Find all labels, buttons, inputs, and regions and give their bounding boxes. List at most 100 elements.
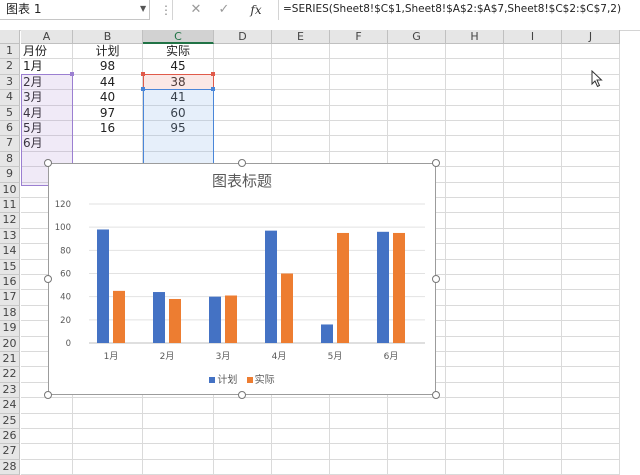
column-header-c[interactable]: C xyxy=(143,30,214,44)
cell-c2[interactable]: 45 xyxy=(143,59,214,75)
cell[interactable] xyxy=(330,444,388,460)
cell[interactable] xyxy=(504,90,562,106)
cell[interactable] xyxy=(504,136,562,152)
cell[interactable] xyxy=(504,321,562,337)
row-header-22[interactable]: 22 xyxy=(0,367,20,383)
formula-input[interactable]: =SERIES(Sheet8!$C$1,Sheet8!$A$2:$A$7,She… xyxy=(278,0,640,20)
cell[interactable] xyxy=(272,444,330,460)
cell[interactable] xyxy=(330,413,388,429)
column-header-i[interactable]: I xyxy=(504,30,562,44)
cell[interactable] xyxy=(446,429,504,445)
cell[interactable] xyxy=(446,336,504,352)
cell[interactable] xyxy=(504,352,562,368)
cell[interactable] xyxy=(143,136,214,152)
cell[interactable] xyxy=(214,59,272,75)
cell[interactable] xyxy=(21,444,73,460)
cell[interactable] xyxy=(388,90,446,106)
cell[interactable] xyxy=(562,213,620,229)
column-header-d[interactable]: D xyxy=(214,30,272,44)
cell-c6[interactable]: 95 xyxy=(143,121,214,137)
cell[interactable] xyxy=(446,228,504,245)
cell[interactable] xyxy=(214,398,272,414)
cell[interactable] xyxy=(446,74,504,91)
cell-a5[interactable]: 4月 xyxy=(21,105,73,121)
cell[interactable] xyxy=(562,275,620,291)
range-resize-handle[interactable] xyxy=(211,72,215,76)
bar-actual-2[interactable] xyxy=(169,298,181,343)
name-box[interactable]: 图表 1 xyxy=(0,0,150,20)
row-header-2[interactable]: 2 xyxy=(0,59,20,75)
row-header-19[interactable]: 19 xyxy=(0,321,20,337)
cell[interactable] xyxy=(446,367,504,383)
cell[interactable] xyxy=(21,429,73,445)
cell[interactable] xyxy=(446,244,504,260)
cell[interactable] xyxy=(504,59,562,75)
row-header-5[interactable]: 5 xyxy=(0,105,20,121)
cell-a2[interactable]: 1月 xyxy=(21,59,73,75)
cell[interactable] xyxy=(272,44,330,60)
legend-item-plan[interactable]: 计划 xyxy=(209,371,237,386)
bar-actual-4[interactable] xyxy=(281,273,293,344)
close-icon[interactable]: ✕ xyxy=(186,2,206,18)
legend-item-actual[interactable]: 实际 xyxy=(246,371,275,386)
cell-c5[interactable]: 60 xyxy=(143,105,214,121)
cell[interactable] xyxy=(504,151,562,168)
cell[interactable] xyxy=(272,429,330,445)
cell[interactable] xyxy=(562,290,620,306)
row-header-4[interactable]: 4 xyxy=(0,90,20,106)
row-header-24[interactable]: 24 xyxy=(0,398,20,414)
cell-c4[interactable]: 41 xyxy=(143,90,214,106)
cell[interactable] xyxy=(73,459,143,475)
cell[interactable] xyxy=(446,90,504,106)
row-header-3[interactable]: 3 xyxy=(0,74,20,91)
cell[interactable] xyxy=(21,413,73,429)
row-header-20[interactable]: 20 xyxy=(0,336,20,352)
row-header-26[interactable]: 26 xyxy=(0,429,20,445)
cell[interactable] xyxy=(388,136,446,152)
cell[interactable] xyxy=(272,90,330,106)
cell[interactable] xyxy=(214,413,272,429)
column-header-g[interactable]: G xyxy=(388,30,446,44)
cell[interactable] xyxy=(446,290,504,306)
cell[interactable] xyxy=(562,198,620,214)
cell-b2[interactable]: 98 xyxy=(73,59,143,75)
bar-actual-3[interactable] xyxy=(225,295,237,343)
cell[interactable] xyxy=(388,44,446,60)
cell[interactable] xyxy=(388,398,446,414)
cell[interactable] xyxy=(446,259,504,275)
cell[interactable] xyxy=(504,398,562,414)
cell-b5[interactable]: 97 xyxy=(73,105,143,121)
cell[interactable] xyxy=(388,429,446,445)
cell[interactable] xyxy=(330,59,388,75)
row-header-13[interactable]: 13 xyxy=(0,228,20,245)
row-header-12[interactable]: 12 xyxy=(0,213,20,229)
cell[interactable] xyxy=(562,429,620,445)
cell[interactable] xyxy=(504,105,562,121)
cell[interactable] xyxy=(504,213,562,229)
row-header-6[interactable]: 6 xyxy=(0,121,20,137)
cell-c3[interactable]: 38 xyxy=(143,74,214,91)
cell[interactable] xyxy=(446,352,504,368)
select-all-corner[interactable] xyxy=(0,30,20,44)
cell[interactable] xyxy=(143,413,214,429)
cell[interactable] xyxy=(504,228,562,245)
cell[interactable] xyxy=(73,429,143,445)
cell[interactable] xyxy=(73,136,143,152)
bar-actual-1[interactable] xyxy=(113,290,125,343)
cell[interactable] xyxy=(446,167,504,183)
function-icon[interactable]: fx xyxy=(246,2,266,18)
row-header-14[interactable]: 14 xyxy=(0,244,20,260)
row-header-17[interactable]: 17 xyxy=(0,290,20,306)
cell[interactable] xyxy=(214,90,272,106)
cell[interactable] xyxy=(446,444,504,460)
cell[interactable] xyxy=(330,105,388,121)
cell-a7[interactable]: 6月 xyxy=(21,136,73,152)
cell-b6[interactable]: 16 xyxy=(73,121,143,137)
cell[interactable] xyxy=(73,444,143,460)
cell[interactable] xyxy=(330,398,388,414)
row-header-21[interactable]: 21 xyxy=(0,352,20,368)
cell-c1[interactable]: 实际 xyxy=(143,44,214,60)
row-header-15[interactable]: 15 xyxy=(0,259,20,275)
cell[interactable] xyxy=(562,121,620,137)
cell[interactable] xyxy=(446,59,504,75)
